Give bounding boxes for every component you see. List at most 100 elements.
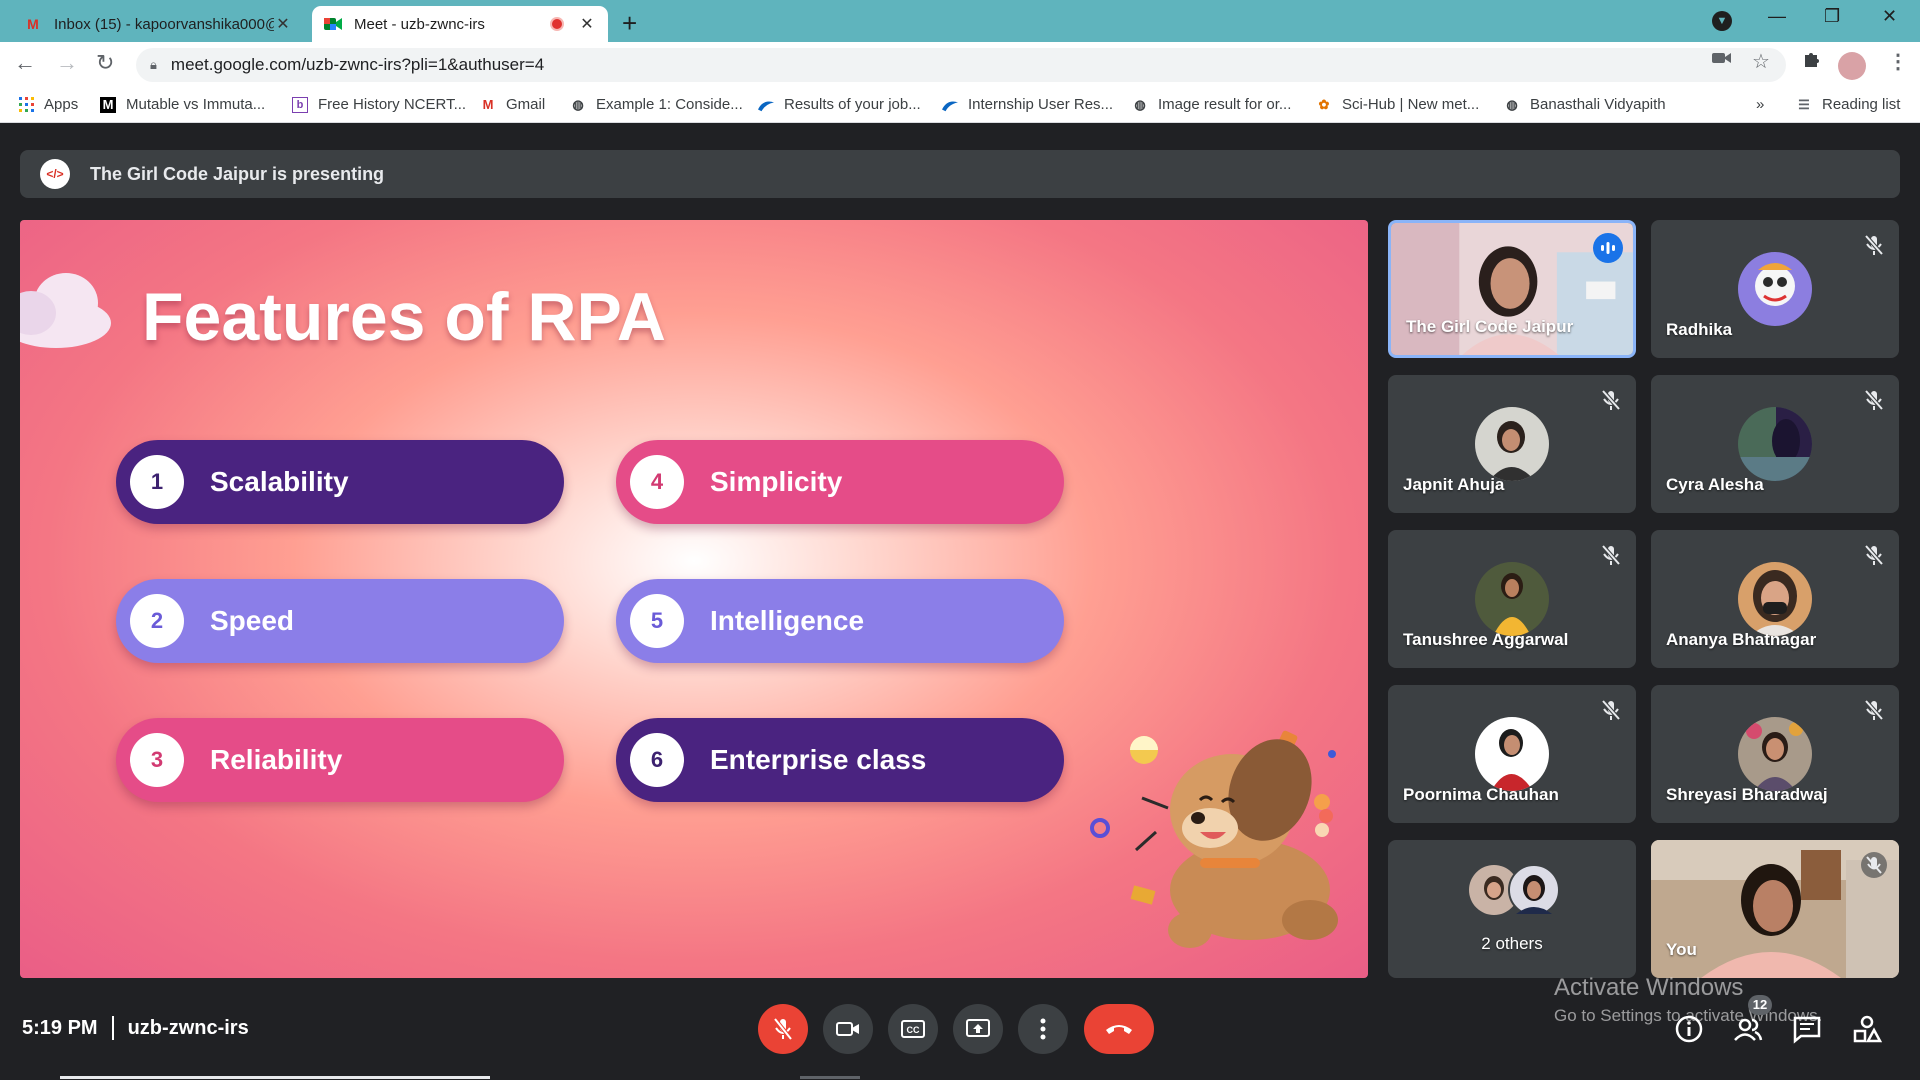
bookmark-label: Image result for or... <box>1158 96 1292 113</box>
minimize-icon[interactable]: — <box>1768 6 1786 27</box>
meeting-code: uzb-zwnc-irs <box>127 1016 249 1039</box>
participant-name: Cyra Alesha <box>1666 475 1764 494</box>
participant-tile[interactable]: Ananya Bhatnagar <box>1651 530 1899 668</box>
tab-meet[interactable]: Meet - uzb-zwnc-irs ✕ <box>312 6 608 42</box>
meet-icon <box>324 15 342 33</box>
bookmark-label: Free History NCERT... <box>318 96 467 113</box>
meeting-details-icon[interactable] <box>1674 1014 1704 1044</box>
feature-label: Reliability <box>210 744 343 775</box>
watermark-line1: Activate Windows <box>1554 974 1744 1001</box>
feature-pill-5: 5 Intelligence <box>616 579 1064 663</box>
video-camera-icon <box>836 1022 859 1036</box>
bookmarks-bar: Apps M Mutable vs Immuta... b Free Histo… <box>0 88 1920 123</box>
browser-toolbar: ← → ↻ 🔒︎ meet.google.com/uzb-zwnc-irs?pl… <box>0 42 1920 88</box>
camera-toggle-button[interactable] <box>823 1004 873 1054</box>
mic-toggle-button[interactable] <box>758 1004 808 1054</box>
close-window-icon[interactable]: ✕ <box>1882 6 1897 27</box>
feature-pill-2: 2 Speed <box>116 579 564 663</box>
url-text: meet.google.com/uzb-zwnc-irs?pli=1&authu… <box>170 55 545 74</box>
mic-off-icon <box>1864 234 1884 256</box>
apps-grid-icon <box>18 97 34 113</box>
participant-tile-others[interactable]: 2 others <box>1388 840 1636 978</box>
feature-number: 3 <box>130 733 184 787</box>
presenter-logo: </> <box>40 159 70 189</box>
captions-button[interactable]: CC <box>888 1004 938 1054</box>
profile-avatar[interactable] <box>1838 52 1866 80</box>
present-screen-button[interactable] <box>953 1004 1003 1054</box>
lock-icon[interactable]: 🔒︎ <box>150 57 157 73</box>
feature-pill-1: 1 Scalability <box>116 440 564 524</box>
camera-in-use-icon[interactable] <box>1712 49 1732 72</box>
reading-list-icon: ☰ <box>1798 96 1810 112</box>
bookmark-mutable[interactable]: M Mutable vs Immuta... <box>100 96 265 113</box>
presentation-slide: Features of RPA 1 Scalability 2 Speed 3 … <box>20 220 1368 978</box>
puppy-illustration <box>1090 730 1338 948</box>
participant-tile[interactable]: Tanushree Aggarwal <box>1388 530 1636 668</box>
new-tab-button[interactable]: + <box>622 8 637 39</box>
participant-tile[interactable]: Poornima Chauhan <box>1388 685 1636 823</box>
avatar <box>1475 717 1549 791</box>
bookmarks-overflow[interactable]: » <box>1756 96 1764 113</box>
address-bar[interactable]: 🔒︎ meet.google.com/uzb-zwnc-irs?pli=1&au… <box>136 48 1786 82</box>
people-count-badge: 12 <box>1748 995 1772 1015</box>
participant-tile[interactable]: Cyra Alesha <box>1651 375 1899 513</box>
leave-call-button[interactable] <box>1084 1004 1154 1054</box>
meeting-time: 5:19 PM <box>22 1016 98 1039</box>
activities-icon[interactable] <box>1852 1014 1882 1044</box>
bookmark-internship[interactable]: Internship User Res... <box>942 96 1113 113</box>
gmail-icon: M <box>482 97 494 112</box>
reload-icon[interactable]: ↻ <box>96 50 114 76</box>
bookmark-image-result[interactable]: ◍ Image result for or... <box>1132 96 1291 113</box>
more-options-button[interactable] <box>1018 1004 1068 1054</box>
feature-number: 1 <box>130 455 184 509</box>
more-vert-icon <box>1040 1018 1046 1040</box>
bookmark-label: Banasthali Vidyapith <box>1530 96 1666 113</box>
bookmark-label: Sci-Hub | New met... <box>1342 96 1480 113</box>
wave-icon <box>942 97 958 113</box>
globe-icon: ◍ <box>1506 96 1518 112</box>
bookmark-example[interactable]: ◍ Example 1: Conside... <box>570 96 742 113</box>
back-icon[interactable]: ← <box>14 50 36 76</box>
bookmark-star-icon[interactable]: ☆ <box>1752 49 1770 74</box>
avatar <box>1475 407 1549 481</box>
cloud-decoration <box>20 273 111 348</box>
page-scroll-indicator <box>60 1076 490 1079</box>
participant-tile-self[interactable]: You <box>1651 840 1899 978</box>
tab-search-icon[interactable]: ▼ <box>1712 11 1732 31</box>
participant-tile[interactable]: Radhika <box>1651 220 1899 358</box>
chat-icon[interactable] <box>1792 1014 1822 1044</box>
people-icon[interactable] <box>1733 1014 1763 1044</box>
bookmark-scihub[interactable]: ✿ Sci-Hub | New met... <box>1316 96 1480 113</box>
extensions-icon[interactable] <box>1802 49 1822 75</box>
close-tab-icon[interactable]: ✕ <box>578 14 596 34</box>
participant-name: Tanushree Aggarwal <box>1403 630 1569 649</box>
bookmark-gmail[interactable]: M Gmail <box>480 96 546 113</box>
bookmark-banasthali[interactable]: ◍ Banasthali Vidyapith <box>1504 96 1666 113</box>
feature-label: Speed <box>210 605 295 636</box>
close-tab-icon[interactable]: ✕ <box>274 14 292 34</box>
feature-pill-3: 3 Reliability <box>116 718 564 802</box>
bookmark-results-job[interactable]: Results of your job... <box>758 96 921 113</box>
bookmark-apps[interactable]: Apps <box>18 96 78 113</box>
gmail-icon: M <box>27 16 39 32</box>
reading-list-label: Reading list <box>1822 96 1901 113</box>
maximize-icon[interactable]: ❐ <box>1824 6 1840 27</box>
participant-tile-presenter[interactable]: The Girl Code Jaipur <box>1388 220 1636 358</box>
participant-name: The Girl Code Jaipur <box>1406 317 1574 336</box>
avatar <box>1738 252 1812 326</box>
presenting-banner: </> The Girl Code Jaipur is presenting <box>20 150 1900 198</box>
participant-tile[interactable]: Shreyasi Bharadwaj <box>1651 685 1899 823</box>
presenting-text: The Girl Code Jaipur is presenting <box>90 163 385 184</box>
recording-icon <box>550 17 564 31</box>
bookmark-label: Mutable vs Immuta... <box>126 96 266 113</box>
bookmark-history-ncert[interactable]: b Free History NCERT... <box>292 96 466 113</box>
tab-inbox[interactable]: M Inbox (15) - kapoorvanshika000@ ✕ <box>12 6 304 42</box>
mic-off-icon <box>773 1017 793 1041</box>
reading-list-button[interactable]: ☰ Reading list <box>1796 96 1900 113</box>
participant-tile[interactable]: Japnit Ahuja <box>1388 375 1636 513</box>
others-avatars <box>1469 864 1560 916</box>
forward-icon[interactable]: → <box>56 50 78 76</box>
feature-label: Simplicity <box>710 466 843 497</box>
page-scroll-indicator <box>800 1076 860 1079</box>
menu-kebab-icon[interactable]: ⋮ <box>1888 49 1908 74</box>
